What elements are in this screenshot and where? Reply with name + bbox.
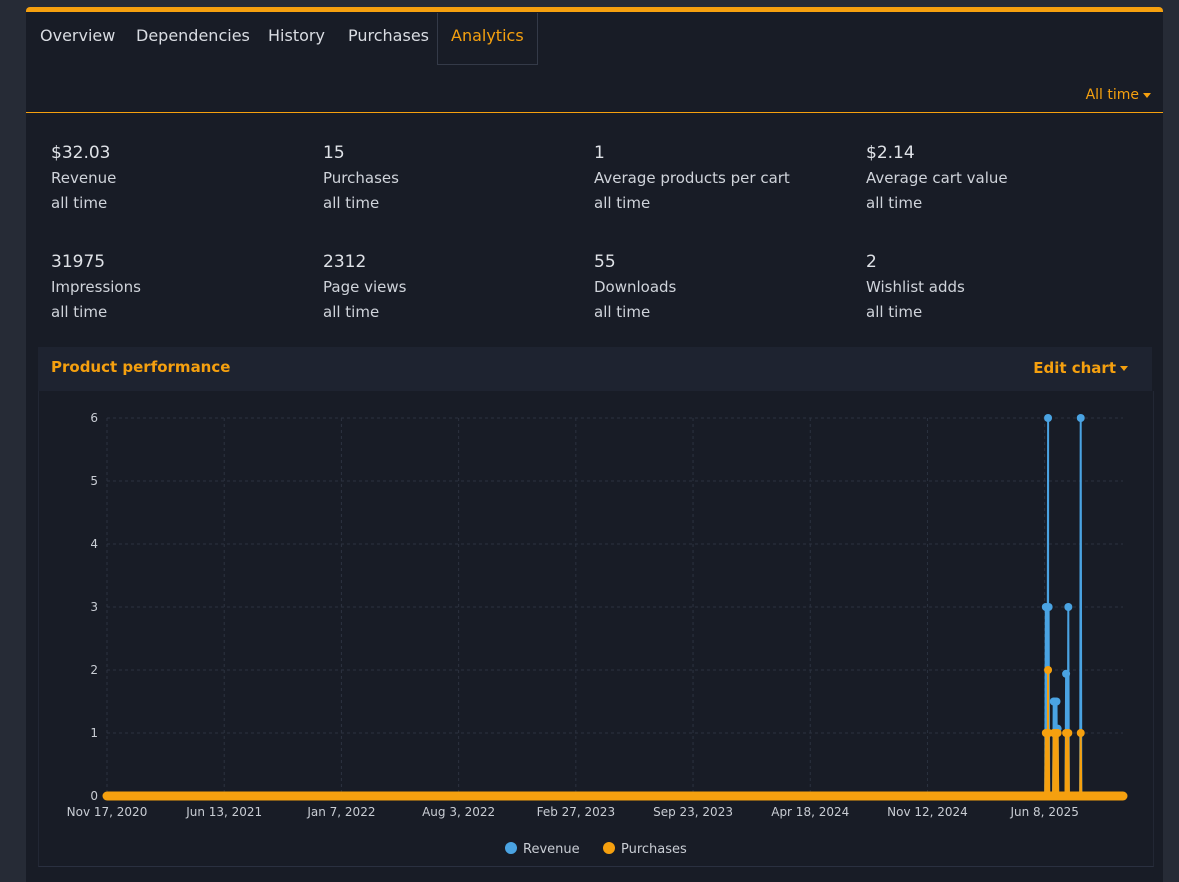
x-tick-label: Jun 13, 2021 <box>185 805 262 819</box>
tab-bar: Overview Dependencies History Purchases … <box>26 12 1163 113</box>
tab-dependencies[interactable]: Dependencies <box>136 26 250 45</box>
legend-marker-purchases <box>603 842 615 854</box>
tab-history[interactable]: History <box>268 26 325 45</box>
x-tick-label: Nov 12, 2024 <box>887 805 968 819</box>
stat-label: Revenue <box>51 169 117 187</box>
stat-period: all time <box>51 303 108 321</box>
data-point-revenue <box>1062 669 1071 678</box>
stat-value: 2 <box>866 252 877 272</box>
data-point-revenue <box>1064 603 1073 611</box>
product-panel: Overview Dependencies History Purchases … <box>26 7 1163 882</box>
data-point-revenue <box>1044 603 1053 611</box>
y-tick-label: 5 <box>90 474 98 488</box>
stat-purchases: 15 Purchases all time <box>323 143 563 213</box>
stat-period: all time <box>866 194 923 212</box>
tab-overview[interactable]: Overview <box>40 26 115 45</box>
stat-value: 15 <box>323 143 345 163</box>
data-point-purchases <box>1053 729 1062 737</box>
y-tick-label: 2 <box>90 663 98 677</box>
y-tick-label: 0 <box>90 789 98 803</box>
stat-period: all time <box>323 303 380 321</box>
tab-purchases[interactable]: Purchases <box>348 26 429 45</box>
x-tick-label: Jun 8, 2025 <box>1009 805 1078 819</box>
stat-value: 1 <box>594 143 605 163</box>
stat-impressions: 31975 Impressions all time <box>51 252 291 322</box>
stat-period: all time <box>594 194 651 212</box>
performance-chart: 0 1 2 3 4 5 6 Nov 17, 2020 Jun 13, 2021 Jan 7, 20… <box>67 411 1128 857</box>
x-tick-label: Aug 3, 2022 <box>422 805 495 819</box>
x-tick-label: Apr 18, 2024 <box>771 805 849 819</box>
x-tick-label: Jan 7, 2022 <box>306 805 375 819</box>
stat-label: Average products per cart <box>594 169 790 187</box>
stat-period: all time <box>51 194 108 212</box>
time-range-label: All time <box>1085 87 1139 103</box>
stat-label: Impressions <box>51 278 141 296</box>
x-tick-label: Nov 17, 2020 <box>67 805 148 819</box>
stat-label: Purchases <box>323 169 399 187</box>
stat-label: Wishlist adds <box>866 278 965 296</box>
stat-value: 55 <box>594 252 616 272</box>
data-point-revenue <box>1076 414 1085 422</box>
time-range-dropdown[interactable]: All time <box>1086 87 1151 103</box>
data-point-purchases <box>1064 729 1073 737</box>
stat-period: all time <box>866 303 923 321</box>
stat-label: Page views <box>323 278 407 296</box>
data-point-revenue <box>1044 414 1053 422</box>
y-tick-label: 4 <box>90 537 98 551</box>
stat-downloads: 55 Downloads all time <box>594 252 834 322</box>
stat-wishlist-adds: 2 Wishlist adds all time <box>866 252 1106 322</box>
stat-value: 31975 <box>51 252 106 272</box>
y-tick-label: 6 <box>90 411 98 425</box>
stat-value: 2312 <box>323 252 367 272</box>
stat-period: all time <box>594 303 651 321</box>
data-point-purchases <box>1076 729 1085 737</box>
stat-label: Downloads <box>594 278 677 296</box>
legend-label-purchases: Purchases <box>621 842 687 857</box>
legend-label-revenue: Revenue <box>523 842 580 857</box>
stat-page-views: 2312 Page views all time <box>323 252 563 322</box>
stat-value: $2.14 <box>866 143 915 163</box>
y-tick-label: 3 <box>90 600 98 614</box>
tab-analytics[interactable]: Analytics <box>437 13 538 65</box>
stat-value: $32.03 <box>51 143 111 163</box>
stat-label: Average cart value <box>866 169 1008 187</box>
stat-avg-products: 1 Average products per cart all time <box>594 143 834 213</box>
chevron-down-icon <box>1120 366 1128 371</box>
stat-avg-cart-value: $2.14 Average cart value all time <box>866 143 1106 213</box>
performance-chart-container: 0 1 2 3 4 5 6 Nov 17, 2020 Jun 13, 2021 Jan 7, 20… <box>38 391 1154 867</box>
product-performance-title: Product performance <box>51 358 231 376</box>
data-point-revenue <box>1052 697 1061 706</box>
y-tick-label: 1 <box>90 726 98 740</box>
stat-period: all time <box>323 194 380 212</box>
x-tick-label: Feb 27, 2023 <box>537 805 616 819</box>
product-performance-header: Product performance Edit chart <box>38 347 1152 391</box>
edit-chart-label: Edit chart <box>1033 359 1116 377</box>
x-tick-label: Sep 23, 2023 <box>653 805 733 819</box>
stat-revenue: $32.03 Revenue all time <box>51 143 291 213</box>
chevron-down-icon <box>1143 92 1151 98</box>
edit-chart-button[interactable]: Edit chart <box>1033 359 1128 377</box>
data-point-purchases <box>1044 666 1053 674</box>
legend-marker-revenue <box>505 842 517 854</box>
